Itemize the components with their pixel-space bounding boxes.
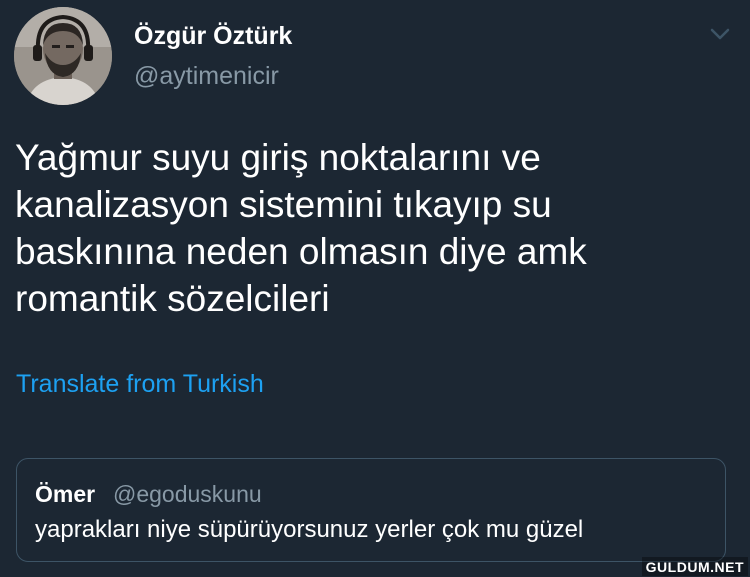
tweet-text: Yağmur suyu giriş noktalarını ve kanaliz… (15, 137, 587, 319)
quoted-tweet-text: yaprakları niye süpürüyorsunuz yerler ço… (35, 516, 584, 543)
author-display-name[interactable]: Özgür Öztürk (134, 22, 292, 51)
quoted-tweet-card[interactable]: Ömer @egoduskunu yaprakları niye süpürüy… (16, 458, 726, 562)
translate-link[interactable]: Translate from Turkish (16, 370, 264, 399)
avatar[interactable] (14, 7, 112, 105)
quoted-tweet-display-name: Ömer (35, 481, 96, 507)
watermark: GULDUM.NET (641, 557, 748, 576)
chevron-down-icon[interactable] (708, 26, 732, 42)
quoted-tweet-handle: @egoduskunu (113, 481, 262, 507)
profile-photo-icon (14, 7, 112, 105)
author-handle[interactable]: @aytimenicir (134, 62, 279, 91)
